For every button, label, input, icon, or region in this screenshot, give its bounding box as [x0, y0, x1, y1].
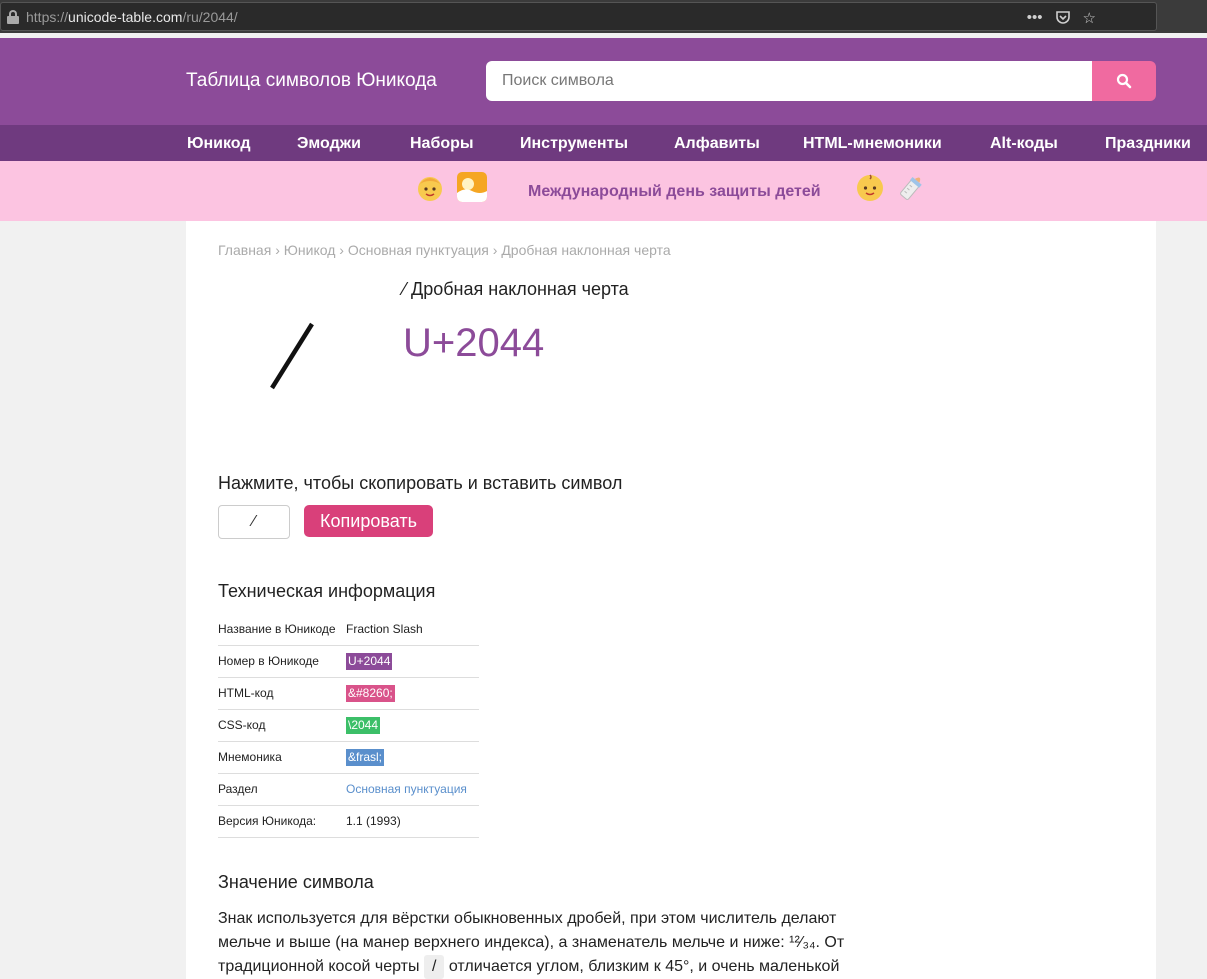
tech-value: 1.1 (1993) [346, 805, 479, 838]
table-row: Название в Юникоде Fraction Slash [218, 613, 479, 646]
meaning-text: Знак используется для вёрстки обыкновенн… [218, 907, 868, 979]
breadcrumb-unicode[interactable]: Юникод [284, 242, 336, 258]
breadcrumb-current: Дробная наклонная черта [501, 242, 671, 258]
symbol-glyph-inline: ⁄ [403, 279, 407, 299]
banner-text[interactable]: Международный день защиты детей [528, 183, 821, 201]
tech-key: HTML-код [218, 677, 346, 710]
block-link[interactable]: Основная пунктуация [346, 782, 467, 796]
baby-bottle-emoji-icon [900, 177, 922, 200]
site-header: Таблица символов Юникода [0, 38, 1207, 125]
main-nav: Юникод Эмоджи Наборы Инструменты Алфавит… [0, 125, 1207, 161]
tech-value: Fraction Slash [346, 613, 479, 646]
tech-key: Версия Юникода: [218, 805, 346, 838]
css-code-badge[interactable]: \2044 [346, 716, 381, 734]
nav-item-tools[interactable]: Инструменты [520, 135, 628, 153]
tech-key: CSS-код [218, 709, 346, 742]
breadcrumb-block[interactable]: Основная пунктуация [348, 242, 489, 258]
tech-key: Раздел [218, 773, 346, 806]
tech-key: Мнемоника [218, 741, 346, 774]
holiday-banner[interactable]: Международный день защиты детей [0, 161, 1207, 221]
table-row: HTML-код &#8260; [218, 677, 479, 710]
bookmark-star-icon[interactable]: ☆ [1083, 9, 1096, 29]
more-icon[interactable]: ••• [1027, 9, 1043, 29]
tech-key: Название в Юникоде [218, 613, 346, 646]
nav-item-unicode[interactable]: Юникод [187, 135, 251, 153]
search-icon [1116, 73, 1132, 89]
unicode-number-badge[interactable]: U+2044 [346, 652, 393, 670]
child-emoji-icon [418, 177, 442, 201]
table-row: Номер в Юникоде U+2044 [218, 645, 479, 678]
tech-key: Номер в Юникоде [218, 645, 346, 678]
copy-button[interactable]: Копировать [304, 505, 433, 537]
url-text[interactable]: https://unicode-table.com/ru/2044/ [26, 9, 238, 25]
nav-item-alphabets[interactable]: Алфавиты [674, 135, 760, 153]
browser-toolbar: https://unicode-table.com/ru/2044/ ••• ☆ [0, 0, 1207, 33]
nav-item-holidays[interactable]: Праздники [1105, 135, 1191, 153]
site-title[interactable]: Таблица символов Юникода [186, 70, 437, 92]
tech-info-table: Название в Юникоде Fraction Slash Номер … [218, 613, 479, 838]
table-row: CSS-код \2044 [218, 709, 479, 742]
table-row: Версия Юникода: 1.1 (1993) [218, 805, 479, 838]
nav-item-sets[interactable]: Наборы [410, 135, 474, 153]
meaning-heading: Значение символа [218, 872, 374, 892]
search-input[interactable] [486, 61, 1093, 101]
symbol-codepoint: U+2044 [403, 321, 545, 365]
nav-item-emoji[interactable]: Эмоджи [297, 135, 361, 153]
lock-icon [7, 10, 19, 24]
breadcrumb: Главная › Юникод › Основная пунктуация ›… [218, 242, 671, 258]
address-bar[interactable]: https://unicode-table.com/ru/2044/ ••• ☆ [0, 2, 1157, 31]
slash-code-chip: / [423, 955, 445, 979]
tech-info-heading: Техническая информация [218, 581, 436, 601]
copy-label: Нажмите, чтобы скопировать и вставить си… [218, 473, 623, 493]
nav-item-html-entities[interactable]: HTML-мнемоники [803, 135, 942, 153]
sunrise-emoji-icon [457, 172, 487, 202]
main-content: Главная › Юникод › Основная пунктуация ›… [186, 221, 1156, 979]
table-row: Раздел Основная пунктуация [218, 773, 479, 806]
entity-badge[interactable]: &frasl; [346, 748, 385, 766]
symbol-title: ⁄ Дробная наклонная черта [403, 279, 629, 300]
baby-emoji-icon [857, 174, 883, 201]
nav-item-alt-codes[interactable]: Alt-коды [990, 135, 1058, 153]
html-code-badge[interactable]: &#8260; [346, 684, 395, 702]
search-button[interactable] [1092, 61, 1156, 101]
symbol-preview[interactable] [266, 321, 318, 391]
copy-field[interactable] [218, 505, 290, 539]
table-row: Мнемоника &frasl; [218, 741, 479, 774]
breadcrumb-home[interactable]: Главная [218, 242, 271, 258]
pocket-icon[interactable] [1055, 9, 1071, 29]
symbol-name: Дробная наклонная черта [411, 279, 629, 299]
